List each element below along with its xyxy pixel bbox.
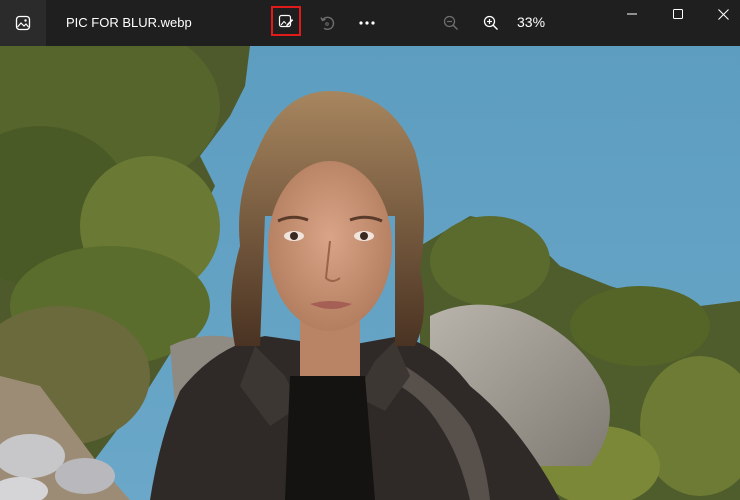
edit-image-button[interactable] (271, 6, 301, 36)
minimize-button[interactable] (609, 0, 655, 28)
image-canvas[interactable] (0, 46, 740, 500)
person-shirt (285, 376, 375, 500)
rotate-button[interactable] (312, 8, 342, 38)
pupil (360, 232, 368, 240)
bush (570, 286, 710, 366)
bush (430, 216, 550, 306)
zoom-out-icon (443, 15, 458, 30)
photos-app-icon (15, 15, 31, 31)
zoom-in-icon (483, 15, 498, 30)
zoom-out-button[interactable] (436, 8, 466, 38)
title-bar: PIC FOR BLUR.webp 33% (0, 0, 740, 46)
maximize-icon (673, 9, 683, 19)
zoom-in-button[interactable] (476, 8, 506, 38)
displayed-photo (0, 46, 740, 500)
photos-viewer-window: PIC FOR BLUR.webp 33% (0, 0, 740, 500)
minimize-icon (627, 13, 637, 15)
pupil (290, 232, 298, 240)
rotate-icon (320, 16, 335, 31)
file-name: PIC FOR BLUR.webp (66, 15, 192, 30)
zoom-level[interactable]: 33% (517, 14, 545, 30)
app-icon-button[interactable] (0, 0, 46, 46)
stone (55, 458, 115, 494)
close-icon (717, 8, 729, 20)
edit-image-icon (278, 14, 294, 28)
maximize-button[interactable] (655, 0, 701, 28)
close-button[interactable] (700, 0, 740, 28)
more-options-icon (359, 21, 375, 25)
more-options-button[interactable] (352, 8, 382, 38)
